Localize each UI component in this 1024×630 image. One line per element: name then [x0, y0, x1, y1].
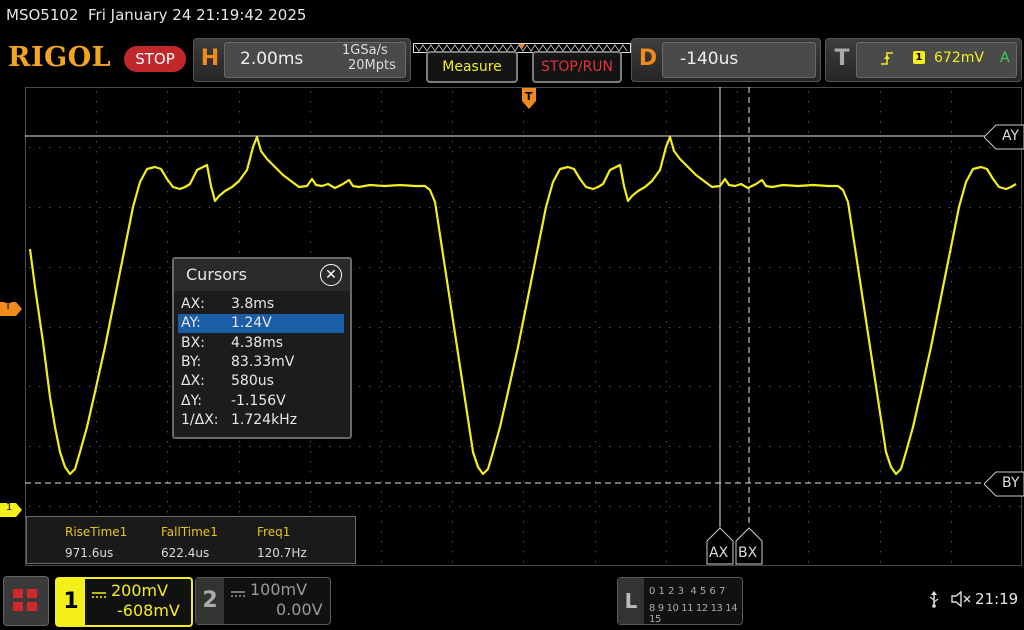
horizontal-scale: 2.00ms: [240, 49, 304, 69]
delay-letter: D: [638, 46, 658, 71]
cursor-row-value: -1.156V: [231, 392, 286, 409]
dc-coupling-icon: [231, 583, 245, 602]
cursor-row-value: 1.724kHz: [231, 411, 298, 428]
trigger-mode: A: [1000, 50, 1010, 66]
channel1-marker[interactable]: 1: [0, 502, 22, 517]
cursor-row[interactable]: ΔY: -1.156V: [178, 392, 344, 411]
cursors-dialog[interactable]: Cursors ✕ AX: 3.8ms AY: 1.24V BX: 4.38ms BY: 83…: [172, 257, 352, 439]
channel1-number: 1: [57, 579, 85, 625]
trigger-level: 672mV: [934, 50, 984, 66]
channel2-scale: 100mV: [250, 580, 308, 599]
channel1-scale: 200mV: [111, 581, 169, 600]
trigger-letter: T: [834, 46, 850, 71]
measurement-value: 971.6us: [65, 546, 114, 560]
memory-depth: 20Mpts: [348, 58, 396, 73]
cursor-ax-label[interactable]: AX: [706, 527, 734, 565]
measurement-panel[interactable]: RiseTime1 971.6us FallTime1 622.4us Freq…: [26, 516, 356, 564]
delay-value: -140us: [680, 49, 739, 69]
dc-coupling-icon: [92, 584, 106, 603]
delay-panel[interactable]: D -140us: [631, 38, 821, 82]
cursor-row[interactable]: BX: 4.38ms: [178, 334, 344, 353]
datetime: Fri January 24 21:19:42 2025: [88, 6, 307, 24]
channel1-offset: -608mV: [117, 601, 180, 620]
cursor-row[interactable]: BY: 83.33mV: [178, 353, 344, 372]
cursor-row-key: ΔX:: [181, 373, 205, 390]
model-name: MSO5102: [6, 6, 79, 24]
cursor-row-key: 1/ΔX:: [181, 411, 219, 428]
measurement-name: Freq1: [257, 525, 291, 539]
usb-icon: [927, 590, 941, 612]
horizontal-panel[interactable]: H 2.00ms 1GSa/s 20Mpts: [193, 38, 411, 82]
cursor-ay-label[interactable]: AY: [983, 124, 1024, 150]
rising-edge-icon: [880, 50, 894, 70]
grid-menu-icon: [13, 589, 37, 611]
cursor-row-key: BY:: [181, 353, 202, 370]
cursor-row[interactable]: ΔX: 580us: [178, 372, 344, 391]
cursor-row-value: 580us: [231, 373, 274, 390]
channel2-number: 2: [196, 578, 224, 624]
cursor-row-value: 83.33mV: [231, 353, 295, 370]
channel1-panel[interactable]: 1 200mV -608mV: [55, 577, 193, 627]
close-icon[interactable]: ✕: [320, 264, 342, 286]
cursor-bx-label[interactable]: BX: [735, 527, 763, 565]
run-state-badge[interactable]: STOP: [124, 46, 186, 72]
menu-button[interactable]: [3, 576, 49, 626]
cursor-row[interactable]: 1/ΔX: 1.724kHz: [178, 411, 344, 430]
cursor-row-key: AY:: [181, 315, 201, 332]
trigger-position-marker[interactable]: T: [521, 87, 537, 111]
cursor-row[interactable]: AX: 3.8ms: [178, 295, 344, 314]
measure-button[interactable]: Measure: [426, 51, 518, 83]
channel2-panel[interactable]: 2 100mV 0.00V: [195, 577, 331, 625]
status-line: MSO5102 Fri January 24 21:19:42 2025: [6, 6, 306, 24]
measurement-value: 622.4us: [161, 546, 210, 560]
measurement-value: 120.7Hz: [257, 546, 307, 560]
logic-panel[interactable]: L 0 1 2 3 4 5 6 7 8 9 10 11 12 13 14 15: [617, 577, 743, 625]
channel2-offset: 0.00V: [276, 600, 323, 619]
cursor-row-key: ΔY:: [181, 392, 202, 409]
memory-position-bar[interactable]: [413, 38, 631, 53]
horizontal-letter: H: [200, 46, 220, 71]
cursor-row-value: 1.24V: [231, 315, 272, 332]
sample-rate: 1GSa/s: [342, 43, 388, 58]
speaker-mute-icon[interactable]: [950, 590, 972, 612]
cursor-row-key: AX:: [181, 296, 205, 312]
rigol-logo: RIGOL: [8, 42, 112, 73]
logic-letter: L: [618, 578, 644, 624]
stop-run-button[interactable]: STOP/RUN: [532, 51, 622, 83]
trigger-source-badge: 1: [913, 51, 925, 64]
measurement-name: RiseTime1: [65, 525, 128, 539]
clock: 21:19: [975, 590, 1019, 608]
logic-channels-row2: 8 9 10 11 12 13 14 15: [649, 603, 738, 625]
cursor-row-key: BX:: [181, 334, 205, 351]
trigger-level-marker[interactable]: T: [0, 301, 22, 316]
cursor-row-value: 3.8ms: [231, 296, 275, 312]
cursor-row-value: 4.38ms: [231, 334, 284, 351]
trigger-panel[interactable]: T 1 672mV A: [825, 38, 1022, 82]
logic-channels-row1: 0 1 2 3 4 5 6 7: [649, 586, 726, 597]
cursor-row[interactable]: AY: 1.24V: [178, 314, 344, 334]
cursor-by-label[interactable]: BY: [983, 471, 1024, 497]
measurement-name: FallTime1: [161, 525, 218, 539]
